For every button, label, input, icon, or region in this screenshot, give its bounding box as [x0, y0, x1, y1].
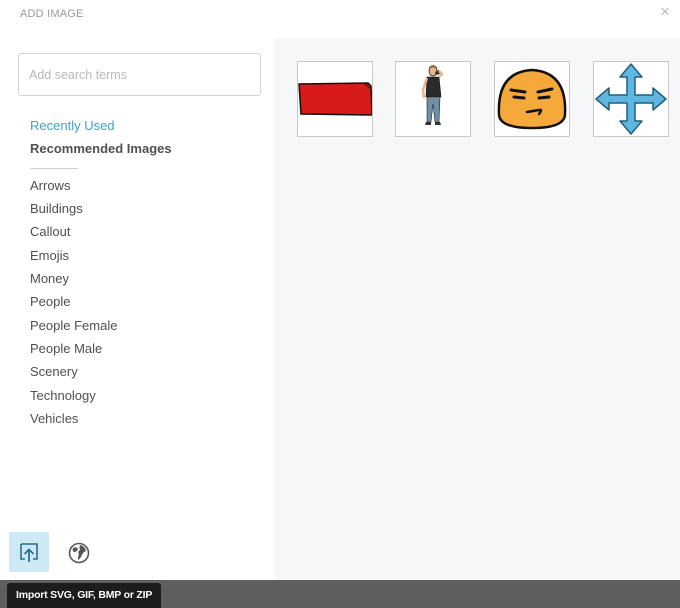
- category-people-female[interactable]: People Female: [30, 318, 117, 333]
- red-banner-icon: [298, 82, 372, 116]
- dialog-header: ADD IMAGE ×: [0, 0, 680, 38]
- category-callout[interactable]: Callout: [30, 224, 70, 239]
- four-way-arrow-icon: [595, 63, 667, 135]
- thumbnail-person-on-phone[interactable]: [395, 61, 471, 137]
- image-grid: [274, 38, 680, 580]
- category-arrows[interactable]: Arrows: [30, 178, 70, 193]
- search-input[interactable]: [18, 53, 261, 96]
- annoyed-face-emoji-icon: [497, 68, 567, 130]
- nav-recently-used[interactable]: Recently Used: [30, 118, 115, 133]
- category-people-male[interactable]: People Male: [30, 341, 102, 356]
- dialog-title: ADD IMAGE: [20, 8, 84, 20]
- category-vehicles[interactable]: Vehicles: [30, 411, 78, 426]
- category-emojis[interactable]: Emojis: [30, 248, 69, 263]
- sidebar: Recently Used Recommended Images Arrows …: [0, 38, 274, 580]
- thumbnail-four-way-arrow[interactable]: [593, 61, 669, 137]
- category-people[interactable]: People: [30, 294, 70, 309]
- close-icon[interactable]: ×: [656, 3, 674, 21]
- person-on-phone-icon: [421, 65, 444, 125]
- upload-tooltip: Import SVG, GIF, BMP or ZIP: [7, 583, 162, 608]
- category-technology[interactable]: Technology: [30, 388, 96, 403]
- category-buildings[interactable]: Buildings: [30, 201, 83, 216]
- divider: [30, 168, 78, 169]
- upload-icon: [20, 543, 38, 562]
- thumbnail-red-banner[interactable]: [297, 61, 373, 137]
- upload-button[interactable]: [9, 532, 49, 572]
- globe-button[interactable]: [66, 540, 92, 566]
- category-money[interactable]: Money: [30, 271, 69, 286]
- nav-recommended-images[interactable]: Recommended Images: [30, 141, 172, 156]
- globe-icon: [68, 542, 90, 564]
- thumbnail-annoyed-face[interactable]: [494, 61, 570, 137]
- category-scenery[interactable]: Scenery: [30, 364, 78, 379]
